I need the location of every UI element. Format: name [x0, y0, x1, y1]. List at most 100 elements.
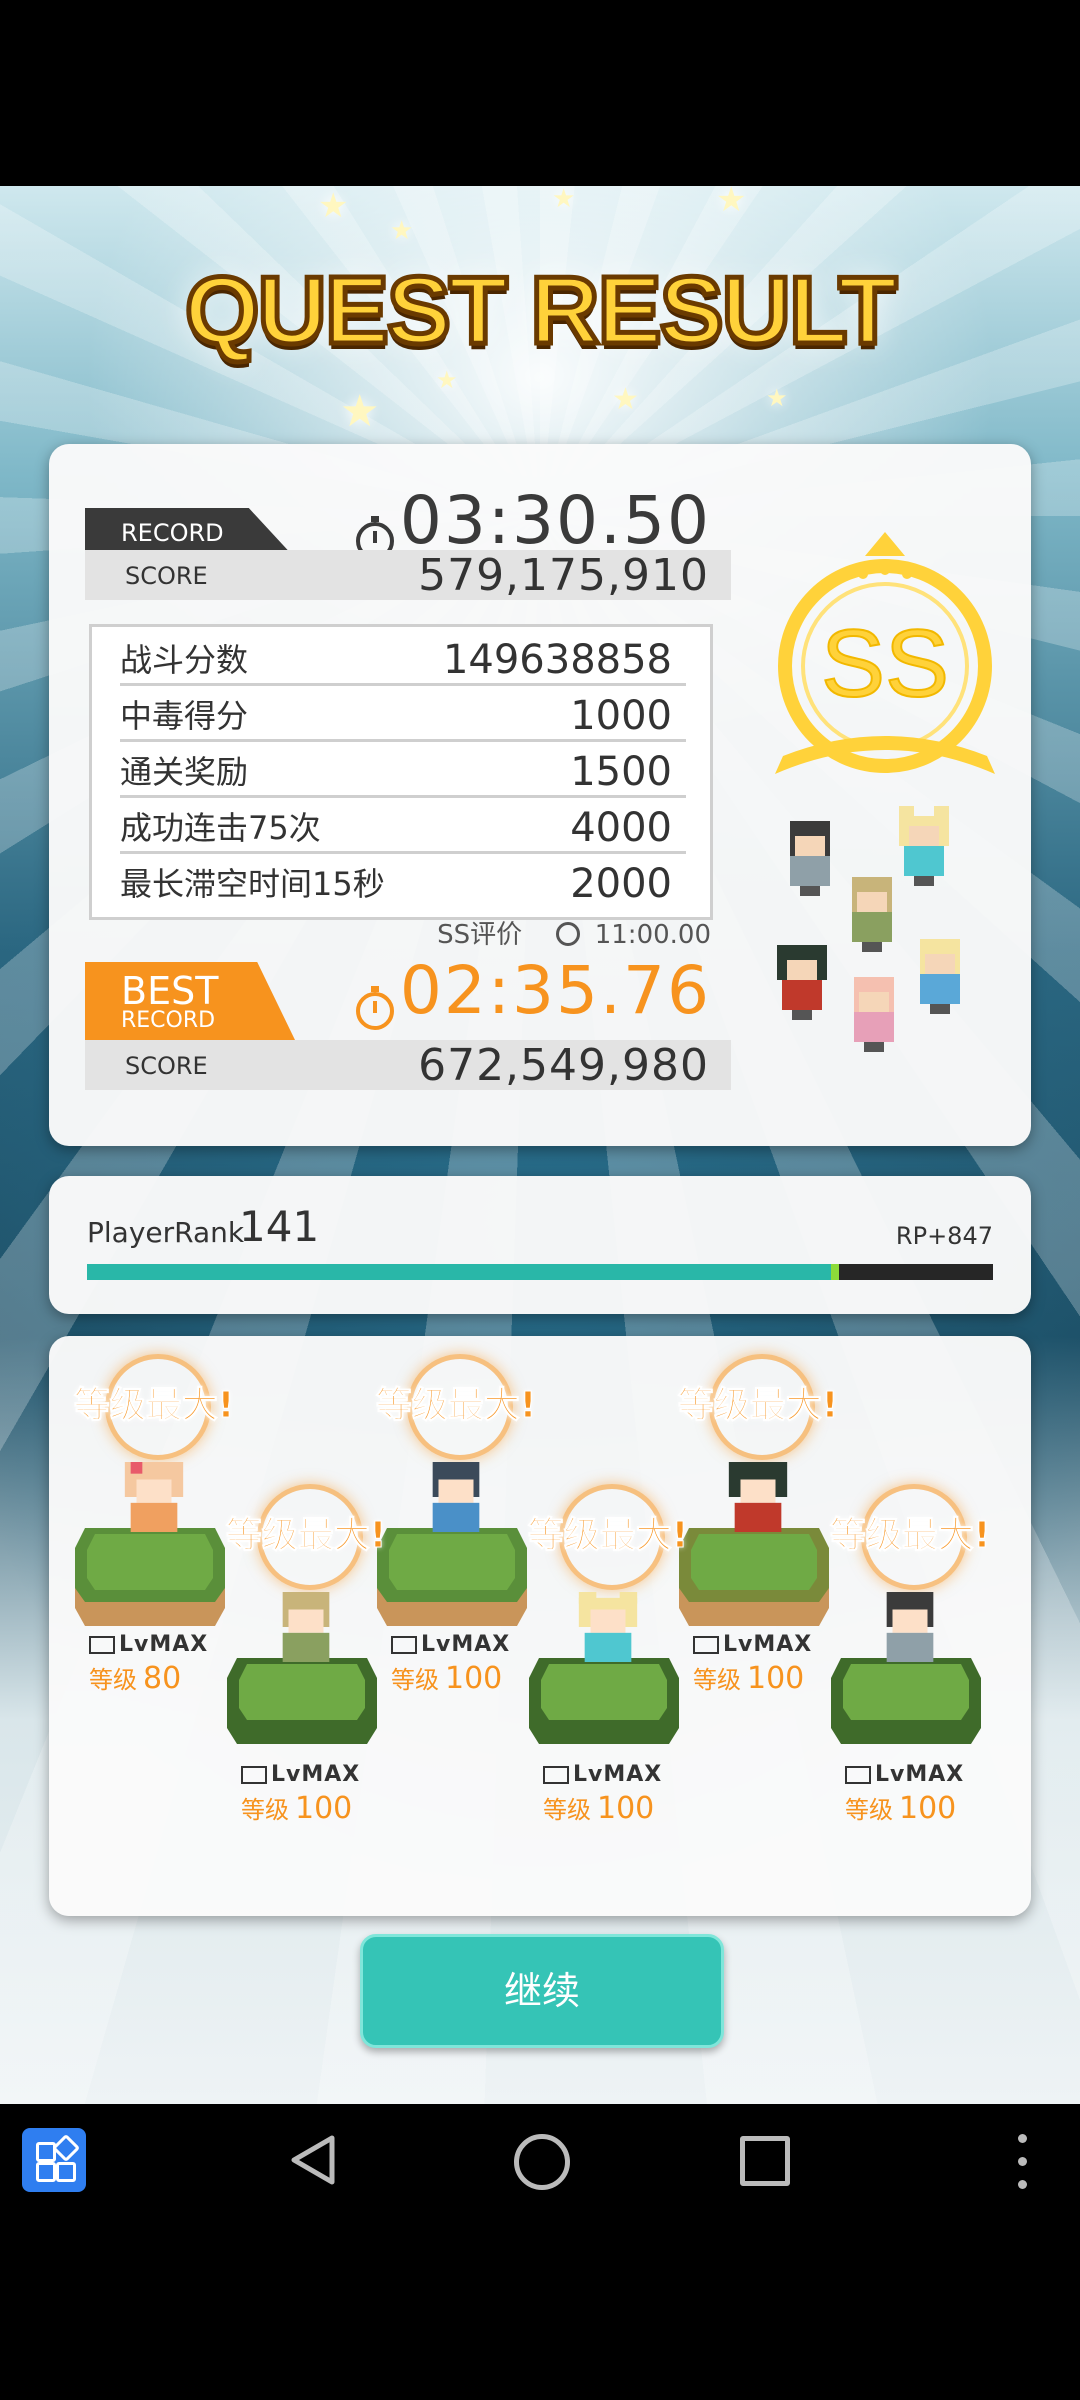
- home-icon[interactable]: [514, 2134, 570, 2190]
- breakdown-value: 4000: [570, 805, 672, 851]
- game-screen: ★ ★ ★ ★ ★ ★ ★ ★ QUEST RESULT RECORD 03:3…: [0, 186, 1080, 2104]
- breakdown-value: 2000: [570, 861, 672, 907]
- breakdown-label: 成功连击75次: [120, 809, 321, 847]
- lvmax-badge: LvMAX: [391, 1632, 510, 1657]
- breakdown-row: 战斗分数 149638858: [120, 629, 686, 686]
- star-icon: ★: [552, 186, 576, 214]
- checkbox-icon: [89, 1636, 115, 1654]
- breakdown-value: 1500: [570, 749, 672, 795]
- lvmax-badge: LvMAX: [241, 1762, 360, 1787]
- party-member-sprite: [854, 977, 894, 1052]
- app-switcher-icon[interactable]: [22, 2128, 86, 2192]
- page-title: QUEST RESULT: [182, 255, 899, 367]
- level-label: 等级: [693, 1666, 741, 1694]
- ss-criteria-label: SS评价: [437, 920, 523, 950]
- record-panel: RECORD 03:30.50 SCORE 579,175,910 战斗分数 1…: [49, 444, 1031, 1146]
- checkbox-icon: [241, 1766, 267, 1784]
- best-score-value: 672,549,980: [418, 1040, 709, 1091]
- recents-icon[interactable]: [740, 2136, 790, 2186]
- lvmax-badge: LvMAX: [845, 1762, 964, 1787]
- breakdown-value: 149638858: [442, 637, 672, 683]
- level-label: 等级: [89, 1666, 137, 1694]
- star-icon: ★: [318, 186, 349, 226]
- best-score-label: SCORE: [125, 1052, 208, 1080]
- best-tag-big: BEST: [121, 969, 219, 1013]
- grid-square: [51, 2133, 81, 2163]
- character-sprite: [282, 1592, 330, 1662]
- character-level-panel: 等级最大! LvMAX 等级 80 等级最大! LvMAX 等级 100 等级最…: [49, 1336, 1031, 1916]
- star-icon: ★: [436, 366, 458, 394]
- star-icon: ★: [612, 382, 639, 417]
- level-label: 等级: [543, 1796, 591, 1824]
- character-sprite: [578, 1592, 638, 1662]
- breakdown-value: 1000: [570, 693, 672, 739]
- breakdown-row: 成功连击75次 4000: [120, 797, 686, 854]
- star-icon: ★: [766, 384, 788, 412]
- rank-progress-tip: [830, 1264, 839, 1280]
- character-sprite: [886, 1592, 934, 1662]
- character-sprite: [124, 1462, 184, 1532]
- lvmax-text: LvMAX: [573, 1762, 663, 1787]
- record-score-value: 579,175,910: [418, 550, 709, 601]
- breakdown-label: 通关奖励: [120, 753, 249, 791]
- breakdown-label: 战斗分数: [120, 641, 249, 679]
- character-level: 等级 80: [89, 1660, 181, 1696]
- checkbox-icon: [543, 1766, 569, 1784]
- best-timer-icon: [356, 986, 394, 1030]
- player-rank-value: 141: [239, 1202, 320, 1251]
- system-nav-bar: [0, 2104, 1080, 2216]
- level-value: 100: [295, 1791, 353, 1826]
- ss-criteria-time: 11:00.00: [594, 920, 711, 950]
- player-rank-label: PlayerRank: [87, 1216, 245, 1249]
- level-value: 100: [597, 1791, 655, 1826]
- level-max-label: 等级最大!: [375, 1385, 537, 1427]
- lvmax-text: LvMAX: [875, 1762, 965, 1787]
- record-time: 03:30.50: [399, 482, 711, 559]
- level-max-label: 等级最大!: [73, 1385, 235, 1427]
- character-level: 等级 100: [543, 1790, 654, 1826]
- star-icon: ★: [390, 216, 414, 246]
- back-icon[interactable]: [288, 2134, 340, 2186]
- party-member-sprite: [920, 939, 960, 1014]
- grid-square: [56, 2162, 76, 2182]
- lvmax-text: LvMAX: [119, 1632, 209, 1657]
- character-unit: 等级最大! LvMAX 等级 100: [825, 1484, 995, 1826]
- pedestal-block: [529, 1658, 679, 1744]
- level-value: 100: [445, 1661, 503, 1696]
- rank-progress-bar: [87, 1264, 993, 1280]
- character-level: 等级 100: [845, 1790, 956, 1826]
- party-member-sprite: [852, 877, 892, 952]
- ss-grade-text: SS: [821, 610, 949, 717]
- lvmax-badge: LvMAX: [89, 1632, 208, 1657]
- breakdown-row: 通关奖励 1500: [120, 741, 686, 798]
- character-level: 等级 100: [693, 1660, 804, 1696]
- party-member-sprite: [777, 945, 827, 1020]
- level-max-label: 等级最大!: [829, 1515, 991, 1557]
- continue-button[interactable]: 继续: [360, 1934, 724, 2048]
- lvmax-text: LvMAX: [723, 1632, 813, 1657]
- party-member-sprite: [790, 821, 830, 896]
- pedestal-block: [227, 1658, 377, 1744]
- lvmax-badge: LvMAX: [543, 1762, 662, 1787]
- character-unit: 等级最大! LvMAX 等级 100: [523, 1484, 693, 1826]
- ss-criteria: SS评价 11:00.00: [437, 914, 711, 951]
- best-time: 02:35.76: [399, 952, 711, 1029]
- breakdown-label: 中毒得分: [120, 697, 249, 735]
- level-label: 等级: [241, 1796, 289, 1824]
- grid-square: [36, 2162, 56, 2182]
- rank-points: RP+847: [895, 1222, 993, 1250]
- best-score-bar: SCORE 672,549,980: [85, 1040, 731, 1091]
- rank-progress-fill: [87, 1264, 839, 1280]
- more-icon[interactable]: [1018, 2134, 1030, 2190]
- best-record-tag: BEST RECORD: [85, 962, 295, 1040]
- ss-rank-emblem: SS: [775, 532, 995, 774]
- best-tag-small: RECORD: [121, 1008, 216, 1033]
- breakdown-label: 最长滞空时间15秒: [120, 865, 385, 903]
- character-sprite: [728, 1462, 788, 1532]
- star-icon: ★: [716, 186, 747, 220]
- lvmax-badge: LvMAX: [693, 1632, 812, 1657]
- player-rank-panel: PlayerRank 141 RP+847: [49, 1176, 1031, 1314]
- level-max-label: 等级最大!: [677, 1385, 839, 1427]
- level-label: 等级: [845, 1796, 893, 1824]
- checkbox-icon: [391, 1636, 417, 1654]
